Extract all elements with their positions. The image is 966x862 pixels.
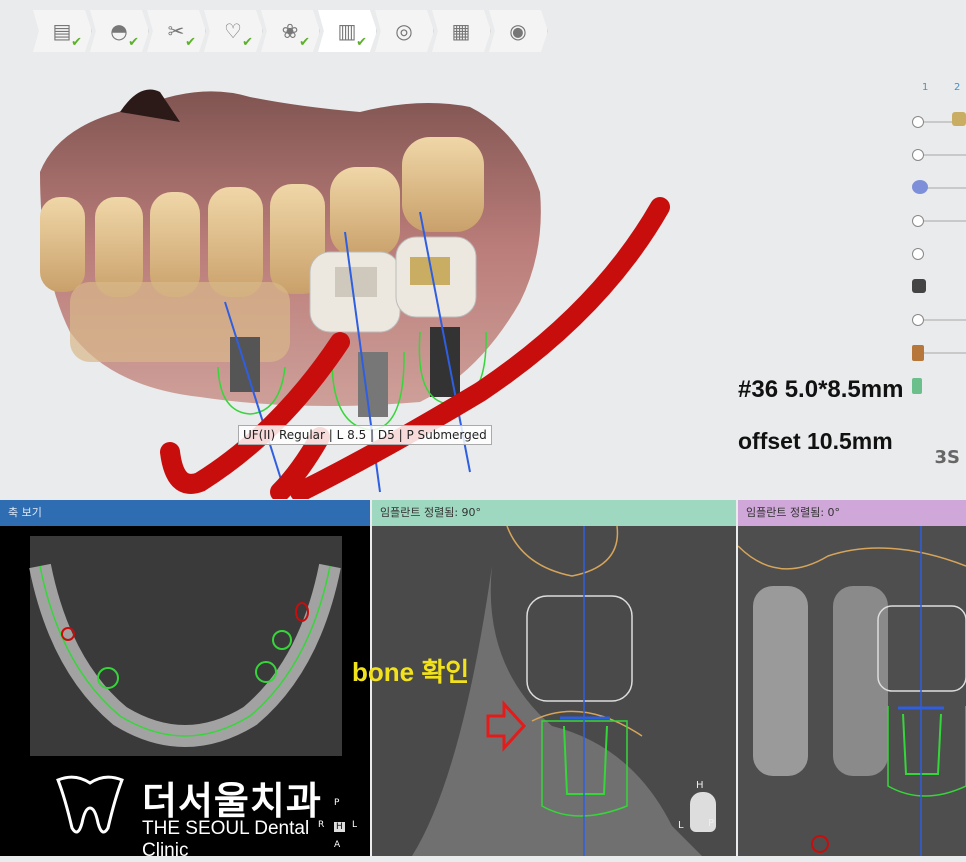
orientation2-right: P xyxy=(708,818,715,829)
layer-visibility-sidebar: 1 2 xyxy=(906,82,966,522)
clinic-logo-mark xyxy=(56,775,124,834)
workflow-step-tools[interactable]: ✂ ✔ xyxy=(147,10,206,52)
orientation-widget[interactable]: P R H L A xyxy=(318,798,358,850)
implant-offset-annotation: offset 10.5mm xyxy=(738,428,893,454)
implant-info-tooltip: UF(II) Regular | L 8.5 | D5 | P Submerge… xyxy=(238,425,492,445)
layer-slider-sleeve[interactable] xyxy=(912,343,966,363)
orientation-right: L xyxy=(352,820,358,830)
check-icon: ✔ xyxy=(71,35,82,50)
layer-toggle-empty[interactable] xyxy=(912,244,966,264)
workflow-toolbar: ▤ ✔ ◓ ✔ ✂ ✔ ♡ ✔ ❀ ✔ ▥ ✔ ◎ ▦ ◉ xyxy=(33,10,548,52)
workflow-step-implant[interactable]: ▥ ✔ xyxy=(318,10,377,52)
check-icon: ✔ xyxy=(242,35,253,50)
layer-slider-scan[interactable] xyxy=(912,178,966,198)
workflow-step-tooth[interactable]: ♡ ✔ xyxy=(204,10,263,52)
check-icon: ✔ xyxy=(128,35,139,50)
clinic-logo: 더서울치과 THE SEOUL Dental Clinic xyxy=(50,768,350,861)
layer-slider-abutment[interactable] xyxy=(912,112,966,132)
implant-size-annotation: #36 5.0*8.5mm xyxy=(738,376,904,403)
layer-slider-bone[interactable] xyxy=(912,310,966,330)
document-icon: ▤ xyxy=(52,19,72,43)
clinic-name-korean: 더서울치과 xyxy=(142,779,322,823)
column-number-1: 1 xyxy=(922,82,929,93)
tools-icon: ✂ xyxy=(167,19,185,43)
check-icon: ✔ xyxy=(185,35,196,50)
workflow-step-scanner[interactable]: ◓ ✔ xyxy=(90,10,149,52)
workflow-step-disc[interactable]: ◉ xyxy=(489,10,548,52)
workflow-step-guide[interactable]: ◎ xyxy=(375,10,434,52)
abutment-icon xyxy=(952,112,966,126)
implant-icon: ▥ xyxy=(337,19,357,43)
aligned-0-panel[interactable]: 임플란트 정렬됨: 0° xyxy=(738,500,966,856)
aligned-90-title: 임플란트 정렬됨: 90° xyxy=(372,500,736,526)
sleeve-icon xyxy=(912,345,924,361)
layer-slider-crown[interactable] xyxy=(912,145,966,165)
orientation2-top: H xyxy=(696,780,704,791)
guide-icon: ◎ xyxy=(395,19,413,43)
layer-slider-tooth[interactable] xyxy=(912,211,966,231)
orientation-top: P xyxy=(334,798,340,808)
orientation2-left: L xyxy=(678,820,684,831)
nerve-icon: ❀ xyxy=(281,19,299,43)
bone-check-note: bone 확인 xyxy=(352,657,470,687)
orientation-left: R xyxy=(318,820,325,830)
layer-toggle-fixture[interactable] xyxy=(912,277,966,297)
column-number-2: 2 xyxy=(954,82,961,93)
check-icon: ✔ xyxy=(356,35,367,50)
3d-viewport[interactable]: UF(II) Regular | L 8.5 | D5 | P Submerge… xyxy=(0,52,966,502)
workflow-step-document[interactable]: ▤ ✔ xyxy=(33,10,92,52)
scanner-icon: ◓ xyxy=(110,19,128,43)
axial-view-title: 축 보기 xyxy=(0,500,370,526)
tooth-icon: ♡ xyxy=(224,19,242,43)
workflow-step-report[interactable]: ▦ xyxy=(432,10,491,52)
orientation-bottom: A xyxy=(334,840,341,850)
scan-icon xyxy=(912,180,928,194)
cross-section-ct-90 xyxy=(372,525,736,856)
drill-icon xyxy=(912,378,922,394)
workflow-step-nerve[interactable]: ❀ ✔ xyxy=(261,10,320,52)
cross-section-ct-0 xyxy=(738,526,966,856)
orientation-center: H xyxy=(334,822,345,832)
report-icon: ▦ xyxy=(451,19,471,43)
fixture-icon xyxy=(912,279,926,293)
check-icon: ✔ xyxy=(299,35,310,50)
disc-icon: ◉ xyxy=(509,19,527,43)
layer-toggle-drill[interactable] xyxy=(912,376,966,396)
aligned-0-title: 임플란트 정렬됨: 0° xyxy=(738,500,966,526)
